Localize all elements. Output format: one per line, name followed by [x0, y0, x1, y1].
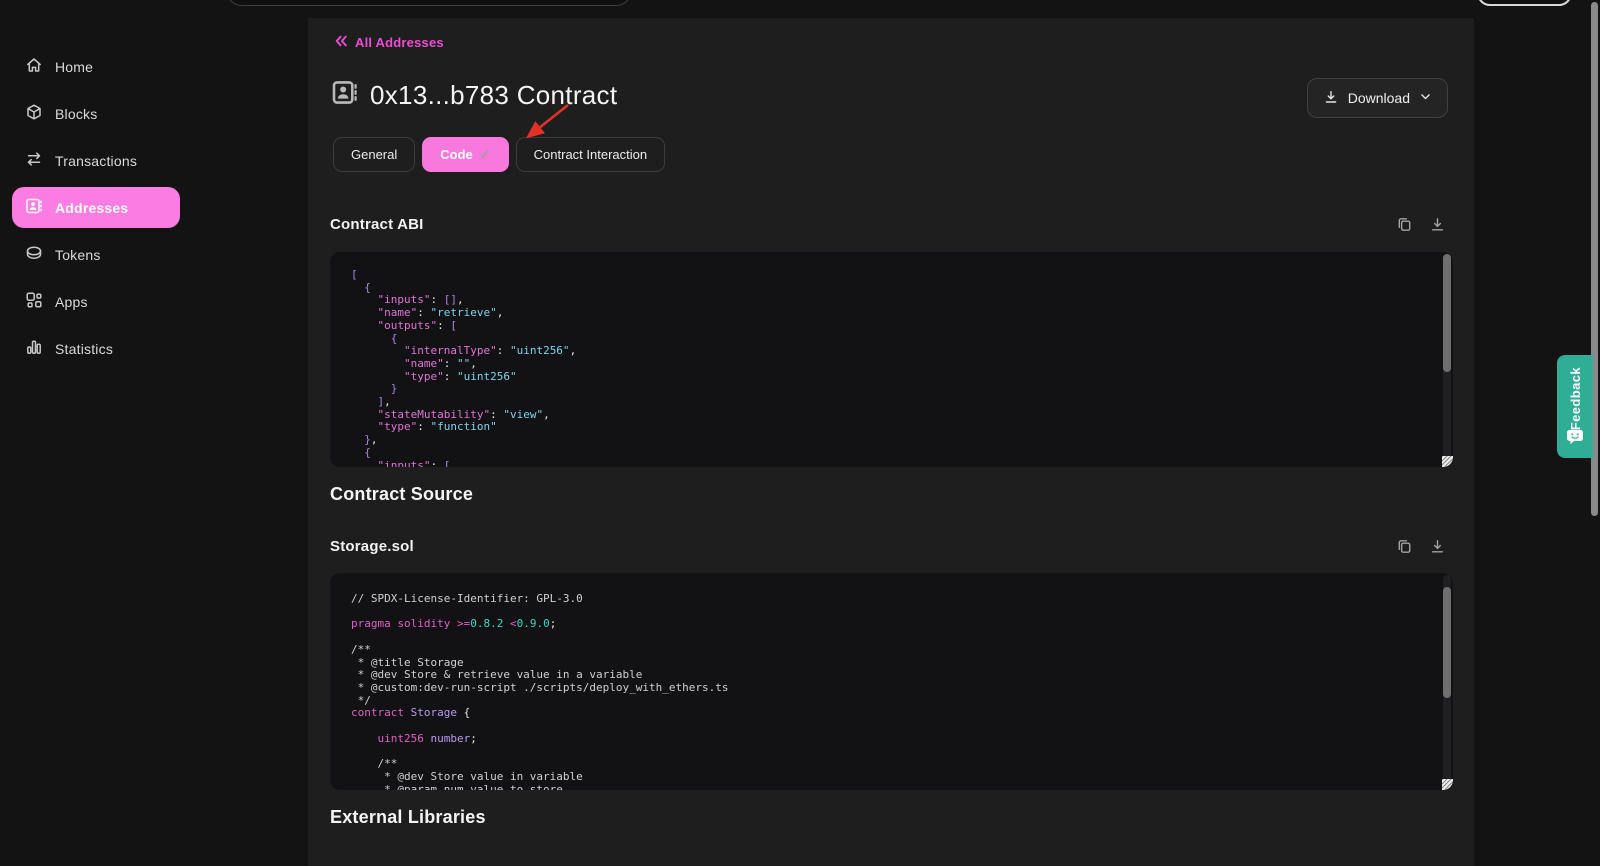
tab-label: Contract Interaction: [534, 147, 647, 162]
source-resize-grip[interactable]: [1442, 779, 1453, 790]
external-libraries-title: External Libraries: [330, 807, 486, 828]
double-chevron-left-icon: [333, 34, 348, 51]
sidebar-item-label: Blocks: [55, 106, 97, 122]
tab-code[interactable]: Code ✓: [422, 137, 508, 172]
contract-abi-title: Contract ABI: [330, 216, 424, 233]
abi-scrollbar-thumb[interactable]: [1443, 254, 1451, 372]
sidebar-item-label: Home: [55, 59, 93, 75]
main-content-panel: All Addresses 0x13...b783 Contract Downl…: [308, 18, 1474, 866]
copy-icon[interactable]: [1396, 216, 1413, 233]
download-icon[interactable]: [1429, 216, 1446, 233]
statistics-icon: [25, 338, 43, 359]
breadcrumb-all-addresses[interactable]: All Addresses: [333, 34, 444, 51]
feedback-button[interactable]: Feedback: [1557, 355, 1593, 458]
sidebar: Home Blocks Transactions Addresses Token…: [0, 0, 308, 866]
storage-sol-code-block: // SPDX-License-Identifier: GPL-3.0 prag…: [330, 573, 1453, 790]
sidebar-item-label: Tokens: [55, 247, 101, 263]
contract-abi-code-block: [ { "inputs": [], "name": "retrieve", "o…: [330, 252, 1453, 467]
sidebar-item-label: Statistics: [55, 341, 113, 357]
feedback-label: Feedback: [1568, 367, 1583, 430]
tokens-icon: [25, 244, 43, 265]
blocks-icon: [25, 103, 43, 124]
sidebar-item-tokens[interactable]: Tokens: [12, 234, 180, 275]
page-title-row: 0x13...b783 Contract: [331, 79, 617, 111]
sidebar-item-label: Transactions: [55, 153, 137, 169]
contract-address-icon: [331, 79, 358, 111]
chevron-down-icon: [1419, 90, 1432, 106]
download-button[interactable]: Download: [1307, 78, 1448, 118]
source-actions: [1396, 538, 1446, 555]
copy-icon[interactable]: [1396, 538, 1413, 555]
tab-general[interactable]: General: [333, 137, 415, 172]
contract-source-title: Contract Source: [330, 484, 473, 505]
abi-resize-grip[interactable]: [1442, 456, 1453, 467]
transactions-icon: [25, 150, 43, 171]
download-label: Download: [1348, 90, 1410, 106]
apps-icon: [25, 291, 43, 312]
tab-label: Code: [440, 147, 473, 162]
sidebar-item-transactions[interactable]: Transactions: [12, 140, 180, 181]
connect-wallet-button[interactable]: [1477, 0, 1572, 6]
contract-abi-code: [ { "inputs": [], "name": "retrieve", "o…: [330, 252, 1453, 467]
sidebar-item-label: Apps: [55, 294, 88, 310]
sidebar-item-label: Addresses: [55, 200, 128, 216]
storage-sol-title: Storage.sol: [330, 538, 414, 555]
tab-contract-interaction[interactable]: Contract Interaction: [516, 137, 665, 172]
sidebar-item-blocks[interactable]: Blocks: [12, 93, 180, 134]
sidebar-item-statistics[interactable]: Statistics: [12, 328, 180, 369]
tab-bar: General Code ✓ Contract Interaction: [333, 137, 665, 172]
sidebar-item-addresses[interactable]: Addresses: [12, 187, 180, 228]
sidebar-item-home[interactable]: Home: [12, 46, 180, 87]
source-scrollbar-thumb[interactable]: [1443, 587, 1451, 698]
home-icon: [25, 56, 43, 77]
storage-sol-header: Storage.sol: [330, 538, 1446, 555]
download-icon: [1323, 89, 1339, 108]
abi-scrollbar-track[interactable]: [1443, 254, 1451, 465]
breadcrumb-label: All Addresses: [355, 35, 444, 50]
download-icon[interactable]: [1429, 538, 1446, 555]
addresses-icon: [25, 197, 43, 218]
source-scrollbar-track[interactable]: [1443, 575, 1451, 788]
page-title: 0x13...b783 Contract: [370, 80, 617, 111]
abi-actions: [1396, 216, 1446, 233]
sidebar-item-apps[interactable]: Apps: [12, 281, 180, 322]
storage-sol-code: // SPDX-License-Identifier: GPL-3.0 prag…: [330, 573, 1453, 790]
tab-label: General: [351, 147, 397, 162]
contract-abi-header: Contract ABI: [330, 216, 1446, 233]
sidebar-nav: Home Blocks Transactions Addresses Token…: [12, 46, 180, 369]
checkmark-icon: ✓: [480, 147, 491, 163]
feedback-chat-icon: [1567, 430, 1583, 450]
